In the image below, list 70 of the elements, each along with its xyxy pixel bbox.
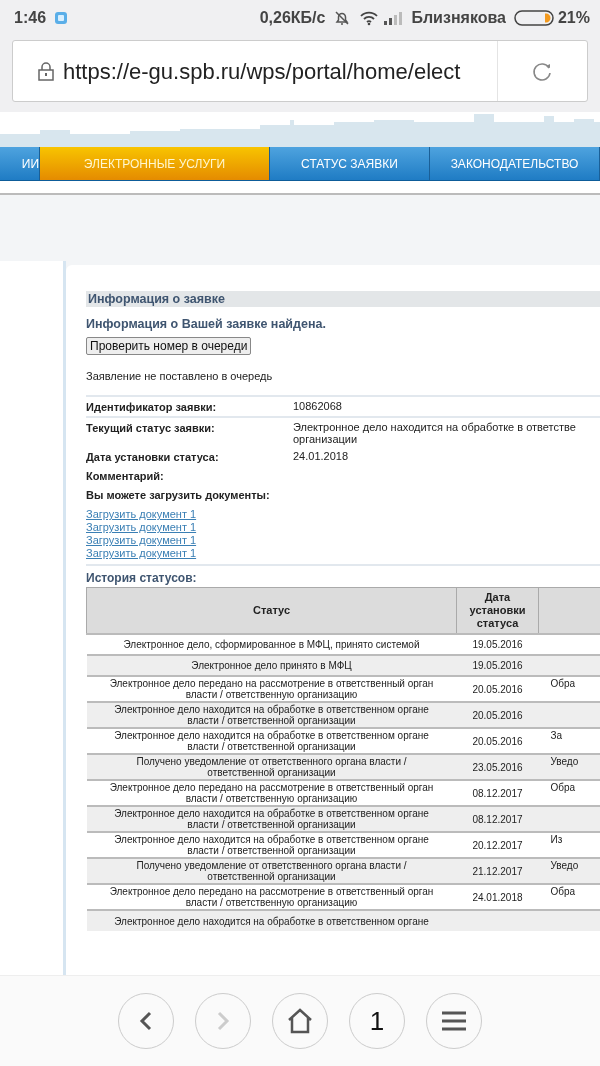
date-text: 20.12.2017 (472, 839, 523, 851)
status-text: Электронное дело находится на обработке в ответственном органе (114, 915, 429, 927)
date-text: 21.12.2017 (472, 865, 523, 877)
status-text: Электронное дело находится на обработке в ответственном органе власти / ответственной организации (114, 730, 429, 752)
status-text: Электронное дело находится на обработке в ответственном органе власти / ответственной организации (114, 704, 429, 726)
field-label: Дата установки статуса: (86, 450, 220, 464)
home-button[interactable] (272, 993, 328, 1049)
field-value: 10862068 (293, 400, 342, 414)
cut-off-text: Обра (550, 886, 576, 897)
signal-icon (383, 11, 404, 25)
app-notification-icon (54, 11, 69, 25)
column-header: Статус (86, 587, 457, 634)
date-text: 20.05.2016 (472, 709, 523, 721)
cut-off-text: Из (550, 834, 563, 845)
home-icon (286, 1008, 314, 1034)
date-text: 19.05.2016 (472, 639, 523, 650)
address-field[interactable]: https://e-gu.spb.ru/wps/portal/home/elect (12, 40, 588, 102)
date-text: 23.05.2016 (472, 761, 523, 773)
date-text: 24.01.2018 (472, 891, 523, 903)
field-label: Текущий статус заявки: (86, 421, 216, 436)
clock: 1:46 (14, 8, 47, 28)
date-text: 08.12.2017 (472, 787, 523, 799)
column-header: Дата установки статуса (456, 587, 539, 634)
battery-icon (513, 10, 554, 26)
cut-off-text: Уведо (550, 756, 579, 767)
status-text: Электронное дело находится на обработке в ответственном органе власти / ответственной организации (114, 808, 429, 830)
status-text: Электронное дело принято в МФЦ (191, 660, 352, 671)
back-button[interactable] (118, 993, 174, 1049)
upload-document-link[interactable]: Загрузить документ 1 (86, 547, 197, 559)
check-queue-button[interactable]: Проверить номер в очереди (86, 337, 252, 355)
upload-document-link[interactable]: Загрузить документ 1 (86, 521, 197, 533)
queue-note: Заявление не поставлено в очередь (86, 369, 274, 383)
battery-percent: 21% (557, 8, 590, 28)
date-text: 20.05.2016 (472, 683, 523, 695)
lock-icon (37, 61, 55, 81)
tab-count-button[interactable]: 1 (349, 993, 405, 1049)
carrier-name: Близнякова (411, 8, 506, 28)
found-message: Информация о Вашей заявке найдена. (86, 317, 327, 331)
network-speed: 0,26КБ/с (259, 8, 326, 28)
date-text: 08.12.2017 (472, 813, 523, 825)
status-text: Электронное дело передано на рассмотрение в ответственный орган власти / ответственную организацию (109, 886, 434, 908)
cut-off-text: За (550, 730, 563, 741)
nav-tab[interactable]: ИИ (0, 147, 40, 180)
status-text: Электронное дело передано на рассмотрение в ответственный орган власти / ответственную организацию (109, 782, 434, 804)
date-text: 20.05.2016 (472, 735, 523, 747)
date-text: 19.05.2016 (472, 660, 523, 671)
section-title: Информация о заявке (86, 291, 600, 307)
cut-off-text: Обра (550, 782, 576, 793)
wifi-icon (359, 10, 380, 26)
nav-tab[interactable]: ЗАКОНОДАТЕЛЬСТВО (430, 147, 600, 180)
status-text: Получено уведомление от ответственного органа власти / ответственной организации (136, 860, 407, 882)
field-label: Комментарий: (86, 469, 165, 483)
field-value: Электронное дело находится на обработке в ответстве организации (293, 421, 576, 445)
menu-button[interactable] (426, 993, 482, 1049)
history-title: История статусов: (86, 564, 600, 585)
cut-off-text: Уведо (550, 860, 579, 871)
url-text: https://e-gu.spb.ru/wps/portal/home/elect (63, 57, 462, 86)
nav-tab[interactable]: СТАТУС ЗАЯВКИ (270, 147, 430, 180)
status-text: Электронное дело передано на рассмотрение в ответственный орган власти / ответственную организацию (109, 678, 434, 700)
cut-off-text: Обра (550, 678, 576, 689)
status-text: Получено уведомление от ответственного органа власти / ответственной организации (136, 756, 407, 778)
field-label: Вы можете загрузить документы: (86, 488, 271, 502)
status-text: Электронное дело находится на обработке в ответственном органе власти / ответственной организации (114, 834, 429, 856)
upload-document-link[interactable]: Загрузить документ 1 (86, 508, 197, 520)
menu-icon (440, 1010, 468, 1032)
reload-icon[interactable] (531, 60, 554, 82)
field-label: Идентификатор заявки: (86, 400, 218, 414)
status-text: Электронное дело, сформированное в МФЦ, принято системой (123, 639, 420, 650)
field-value: 24.01.2018 (293, 450, 349, 464)
upload-document-link[interactable]: Загрузить документ 1 (86, 534, 197, 546)
